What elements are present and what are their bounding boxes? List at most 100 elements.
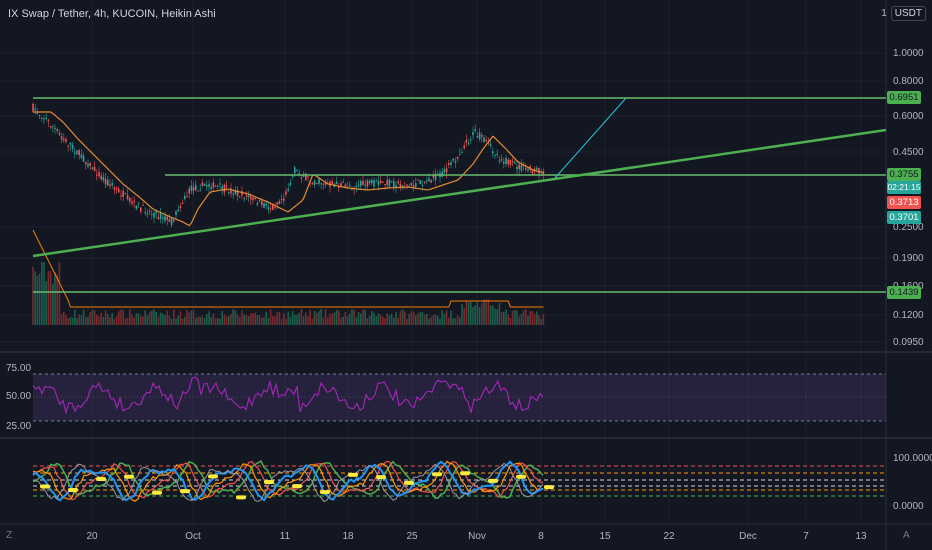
volume-bar [287, 311, 289, 325]
volume-bar [511, 310, 514, 325]
candle-body [500, 159, 503, 161]
candle-body [166, 216, 168, 220]
chart-canvas[interactable] [0, 0, 932, 550]
countdown-tag: 02:21:15 [887, 181, 921, 194]
volume-bar [164, 315, 166, 325]
candle-body [60, 136, 63, 140]
volume-bar [208, 311, 210, 325]
candle-body [80, 154, 83, 158]
candle-body [456, 156, 459, 160]
volume-bar [144, 310, 146, 325]
currency-button[interactable]: USDT [890, 6, 926, 21]
candle-body [419, 180, 421, 185]
volume-bar [87, 316, 89, 325]
candle-body [476, 136, 479, 138]
volume-bar [181, 318, 184, 325]
candle-body [331, 181, 333, 185]
volume-bar [472, 306, 474, 325]
candle-body [289, 182, 292, 186]
drawing-tools[interactable] [32, 97, 887, 293]
volume-bar [432, 314, 435, 325]
candle-body [377, 181, 380, 185]
candle-body [133, 200, 135, 203]
candle-body [190, 185, 193, 192]
candle-body [417, 179, 419, 181]
oscillator-marker [488, 478, 498, 483]
candle-body [412, 185, 415, 188]
volume-bar [133, 317, 135, 325]
volume-bar [274, 316, 276, 325]
candle-body [124, 192, 127, 194]
candle-body [113, 187, 116, 190]
volume-bar [316, 312, 318, 325]
candle-body [448, 163, 450, 165]
volume-bar [91, 309, 94, 325]
candle-body [32, 104, 34, 112]
volume-bar [388, 315, 391, 325]
volume-bar [412, 311, 415, 325]
date-label: 7 [803, 531, 809, 542]
candle-body [263, 203, 265, 208]
date-label: Dec [739, 531, 757, 542]
timezone-icon[interactable]: Z [6, 530, 12, 541]
volume-bar [60, 313, 63, 325]
candle-body [232, 193, 234, 195]
volume-bar [111, 313, 113, 325]
candle-body [151, 213, 153, 215]
volume-bar [404, 311, 406, 325]
candle-body [115, 187, 118, 190]
candle-body [256, 202, 259, 205]
candle-body [518, 164, 520, 169]
date-label: 18 [342, 531, 354, 542]
candle-body [375, 180, 377, 182]
volume-bar [186, 309, 188, 325]
candle-body [245, 195, 248, 197]
oscillator-marker [404, 480, 414, 485]
candle-body [126, 194, 129, 200]
candle-body [265, 203, 267, 206]
candle-body [349, 185, 351, 187]
candle-body [280, 198, 283, 200]
volume-bar [419, 312, 421, 325]
candle-body [450, 162, 452, 165]
date-label: Nov [468, 531, 486, 542]
volume-bar [157, 316, 160, 325]
volume-bar [65, 315, 67, 325]
candle-body [78, 150, 80, 156]
volume-bar [342, 316, 344, 325]
volume-bar [177, 315, 179, 325]
candle-body [516, 166, 518, 170]
volume-bar [137, 313, 140, 325]
volume-bar [450, 310, 452, 325]
volume-bar [305, 312, 307, 325]
volume-bar [49, 270, 52, 325]
candle-body [527, 169, 529, 171]
volume-bar [470, 301, 472, 325]
candle-body [144, 211, 146, 214]
candle-body [430, 180, 432, 183]
rsi-label: 50.00 [6, 391, 32, 402]
candle-body [208, 184, 210, 187]
candle-body [428, 178, 430, 182]
volume-bar [349, 313, 351, 325]
volume-bar [232, 309, 234, 325]
volume-bar [362, 309, 364, 325]
volume-bar [210, 317, 212, 325]
candle-body [393, 180, 395, 188]
candle-body [74, 152, 76, 154]
volume-bar [401, 309, 404, 325]
scale-mode[interactable]: 1 [881, 8, 887, 19]
volume-bar [241, 310, 243, 325]
volume-bar [538, 314, 540, 325]
volume-bar [371, 310, 373, 325]
volume-bar [214, 318, 217, 325]
volume-bar [338, 310, 340, 325]
candle-body [93, 166, 96, 172]
volume-bar [265, 311, 267, 325]
volume-bar [313, 310, 316, 325]
auto-scale-icon[interactable]: A [903, 530, 910, 541]
candle-body [278, 201, 281, 205]
candle-body [243, 198, 245, 200]
volume-bar [329, 313, 331, 325]
chart-title[interactable]: IX Swap / Tether, 4h, KUCOIN, Heikin Ash… [8, 8, 216, 20]
